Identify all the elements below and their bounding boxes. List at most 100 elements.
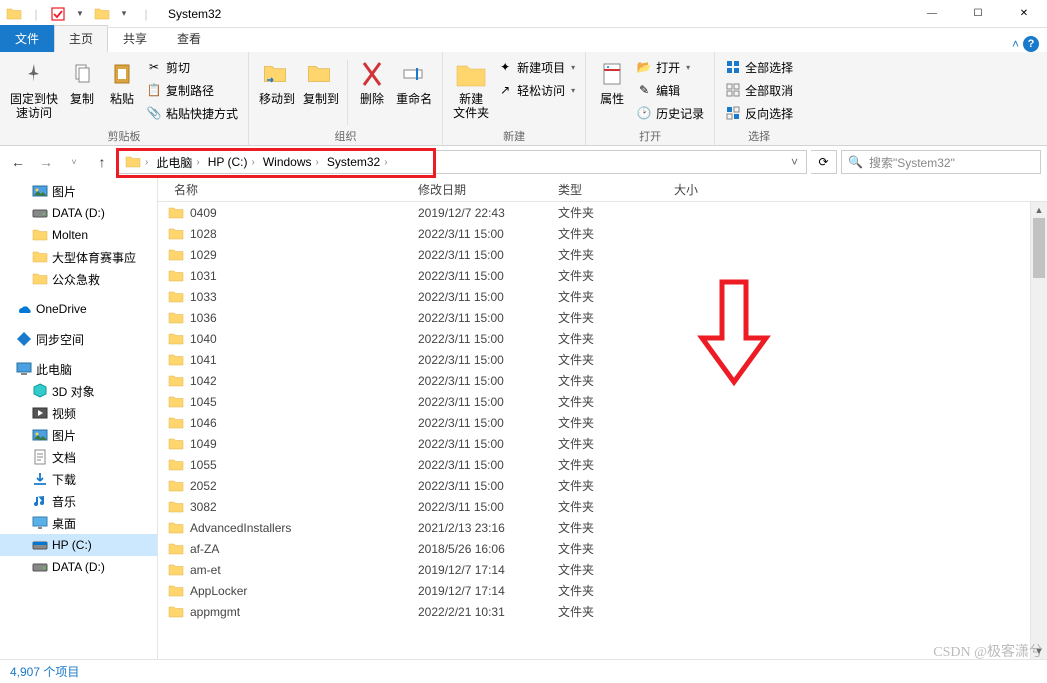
nav-item[interactable]: DATA (D:) <box>0 202 157 224</box>
select-none-button[interactable]: 全部取消 <box>721 79 797 101</box>
file-row[interactable]: am-et2019/12/7 17:14文件夹 <box>158 559 1047 580</box>
file-row[interactable]: 10412022/3/11 15:00文件夹 <box>158 349 1047 370</box>
open-button[interactable]: 📂打开▾ <box>632 56 708 78</box>
nav-item[interactable]: 同步空间 <box>0 328 157 350</box>
new-item-button[interactable]: ✦新建项目▾ <box>493 56 579 78</box>
file-row[interactable]: 10332022/3/11 15:00文件夹 <box>158 286 1047 307</box>
column-headers[interactable]: 名称 修改日期 类型 大小 <box>158 178 1047 202</box>
file-row[interactable]: 10402022/3/11 15:00文件夹 <box>158 328 1047 349</box>
scroll-down-icon[interactable]: ▼ <box>1031 643 1047 659</box>
delete-button[interactable]: 删除 <box>352 56 392 129</box>
maximize-button[interactable]: ☐ <box>955 0 1001 28</box>
file-row[interactable]: af-ZA2018/5/26 16:06文件夹 <box>158 538 1047 559</box>
nav-item[interactable]: 图片 <box>0 424 157 446</box>
file-row[interactable]: 10452022/3/11 15:00文件夹 <box>158 391 1047 412</box>
breadcrumb[interactable]: › 此电脑› HP (C:)› Windows› System32› ˅ <box>118 150 807 174</box>
properties-button[interactable]: 属性 <box>592 56 632 129</box>
file-name: 1031 <box>190 269 217 283</box>
file-row[interactable]: 10462022/3/11 15:00文件夹 <box>158 412 1047 433</box>
file-list[interactable]: 04092019/12/7 22:43文件夹10282022/3/11 15:0… <box>158 202 1047 659</box>
group-label: 打开 <box>586 128 714 144</box>
tab-share[interactable]: 共享 <box>108 25 162 52</box>
close-button[interactable]: ✕ <box>1001 0 1047 28</box>
file-row[interactable]: AppLocker2019/12/7 17:14文件夹 <box>158 580 1047 601</box>
copy-path-button[interactable]: 📋复制路径 <box>142 79 242 101</box>
nav-item[interactable]: HP (C:) <box>0 534 157 556</box>
nav-item[interactable]: 桌面 <box>0 512 157 534</box>
col-type[interactable]: 类型 <box>558 181 674 198</box>
easy-access-button[interactable]: ↗轻松访问▾ <box>493 79 579 101</box>
up-button[interactable]: ↑ <box>90 150 114 174</box>
file-name: af-ZA <box>190 542 219 556</box>
nav-item[interactable]: OneDrive <box>0 298 157 320</box>
file-row[interactable]: 10552022/3/11 15:00文件夹 <box>158 454 1047 475</box>
scroll-up-icon[interactable]: ▲ <box>1031 202 1047 218</box>
tab-file[interactable]: 文件 <box>0 25 54 52</box>
nav-item[interactable]: 大型体育赛事应 <box>0 246 157 268</box>
file-row[interactable]: 10282022/3/11 15:00文件夹 <box>158 223 1047 244</box>
refresh-button[interactable]: ⟳ <box>811 150 837 174</box>
select-all-button[interactable]: 全部选择 <box>721 56 797 78</box>
history-button[interactable]: 🕑历史记录 <box>632 102 708 124</box>
group-select: 全部选择 全部取消 反向选择 选择 <box>715 52 803 145</box>
nav-item[interactable]: 图片 <box>0 180 157 202</box>
folder-icon <box>32 271 48 287</box>
nav-item[interactable]: 视频 <box>0 402 157 424</box>
file-row[interactable]: AdvancedInstallers2021/2/13 23:16文件夹 <box>158 517 1047 538</box>
folder-icon <box>168 562 184 578</box>
minimize-button[interactable]: — <box>909 0 955 28</box>
back-button[interactable]: ← <box>6 150 30 174</box>
nav-item[interactable]: 文档 <box>0 446 157 468</box>
nav-item[interactable]: Molten <box>0 224 157 246</box>
copy-to-button[interactable]: 复制到 <box>299 56 343 129</box>
file-name: 1028 <box>190 227 217 241</box>
nav-label: DATA (D:) <box>52 206 105 220</box>
tab-view[interactable]: 查看 <box>162 25 216 52</box>
edit-button[interactable]: ✎编辑 <box>632 79 708 101</box>
tab-home[interactable]: 主页 <box>54 25 108 52</box>
rename-button[interactable]: 重命名 <box>392 56 436 129</box>
navigation-pane[interactable]: 图片 DATA (D:) Molten大型体育赛事应公众急救 OneDrive 同步空间… <box>0 178 158 659</box>
nav-item[interactable]: DATA (D:) <box>0 556 157 578</box>
file-row[interactable]: 10292022/3/11 15:00文件夹 <box>158 244 1047 265</box>
file-row[interactable]: 04092019/12/7 22:43文件夹 <box>158 202 1047 223</box>
file-name: 1049 <box>190 437 217 451</box>
copy-button[interactable]: 复制 <box>62 56 102 129</box>
recent-locations[interactable]: ˅ <box>62 150 86 174</box>
col-date[interactable]: 修改日期 <box>418 181 558 198</box>
nav-item[interactable]: 公众急救 <box>0 268 157 290</box>
file-row[interactable]: 20522022/3/11 15:00文件夹 <box>158 475 1047 496</box>
qat-overflow[interactable]: ▾ <box>114 4 134 24</box>
nav-item[interactable]: 此电脑 <box>0 358 157 380</box>
col-name[interactable]: 名称 <box>158 181 418 198</box>
nav-item[interactable]: 下载 <box>0 468 157 490</box>
file-row[interactable]: 10422022/3/11 15:00文件夹 <box>158 370 1047 391</box>
file-row[interactable]: 10362022/3/11 15:00文件夹 <box>158 307 1047 328</box>
new-folder-button[interactable]: 新建 文件夹 <box>449 56 493 129</box>
file-type: 文件夹 <box>558 561 674 578</box>
dropdown-icon[interactable]: ▼ <box>70 4 90 24</box>
help-icon[interactable]: ? <box>1023 36 1039 52</box>
nav-label: 3D 对象 <box>52 383 95 400</box>
search-input[interactable]: 🔍 搜索"System32" <box>841 150 1041 174</box>
invert-selection-button[interactable]: 反向选择 <box>721 102 797 124</box>
file-date: 2019/12/7 17:14 <box>418 584 558 598</box>
nav-item[interactable]: 3D 对象 <box>0 380 157 402</box>
chevron-up-icon[interactable]: ˄ <box>1012 37 1019 51</box>
pin-button[interactable]: 固定到快 速访问 <box>6 56 62 129</box>
file-row[interactable]: appmgmt2022/2/21 10:31文件夹 <box>158 601 1047 622</box>
breadcrumb-dropdown[interactable]: ˅ <box>785 155 804 169</box>
nav-item[interactable]: 音乐 <box>0 490 157 512</box>
scrollbar[interactable]: ▲ ▼ <box>1030 202 1047 659</box>
forward-button[interactable]: → <box>34 150 58 174</box>
col-size[interactable]: 大小 <box>674 181 754 198</box>
paste-button[interactable]: 粘贴 <box>102 56 142 129</box>
move-to-button[interactable]: 移动到 <box>255 56 299 129</box>
paste-shortcut-button[interactable]: 📎粘贴快捷方式 <box>142 102 242 124</box>
file-row[interactable]: 30822022/3/11 15:00文件夹 <box>158 496 1047 517</box>
cut-button[interactable]: ✂剪切 <box>142 56 242 78</box>
file-row[interactable]: 10312022/3/11 15:00文件夹 <box>158 265 1047 286</box>
scroll-thumb[interactable] <box>1033 218 1045 278</box>
checkbox-icon[interactable] <box>48 4 68 24</box>
file-row[interactable]: 10492022/3/11 15:00文件夹 <box>158 433 1047 454</box>
